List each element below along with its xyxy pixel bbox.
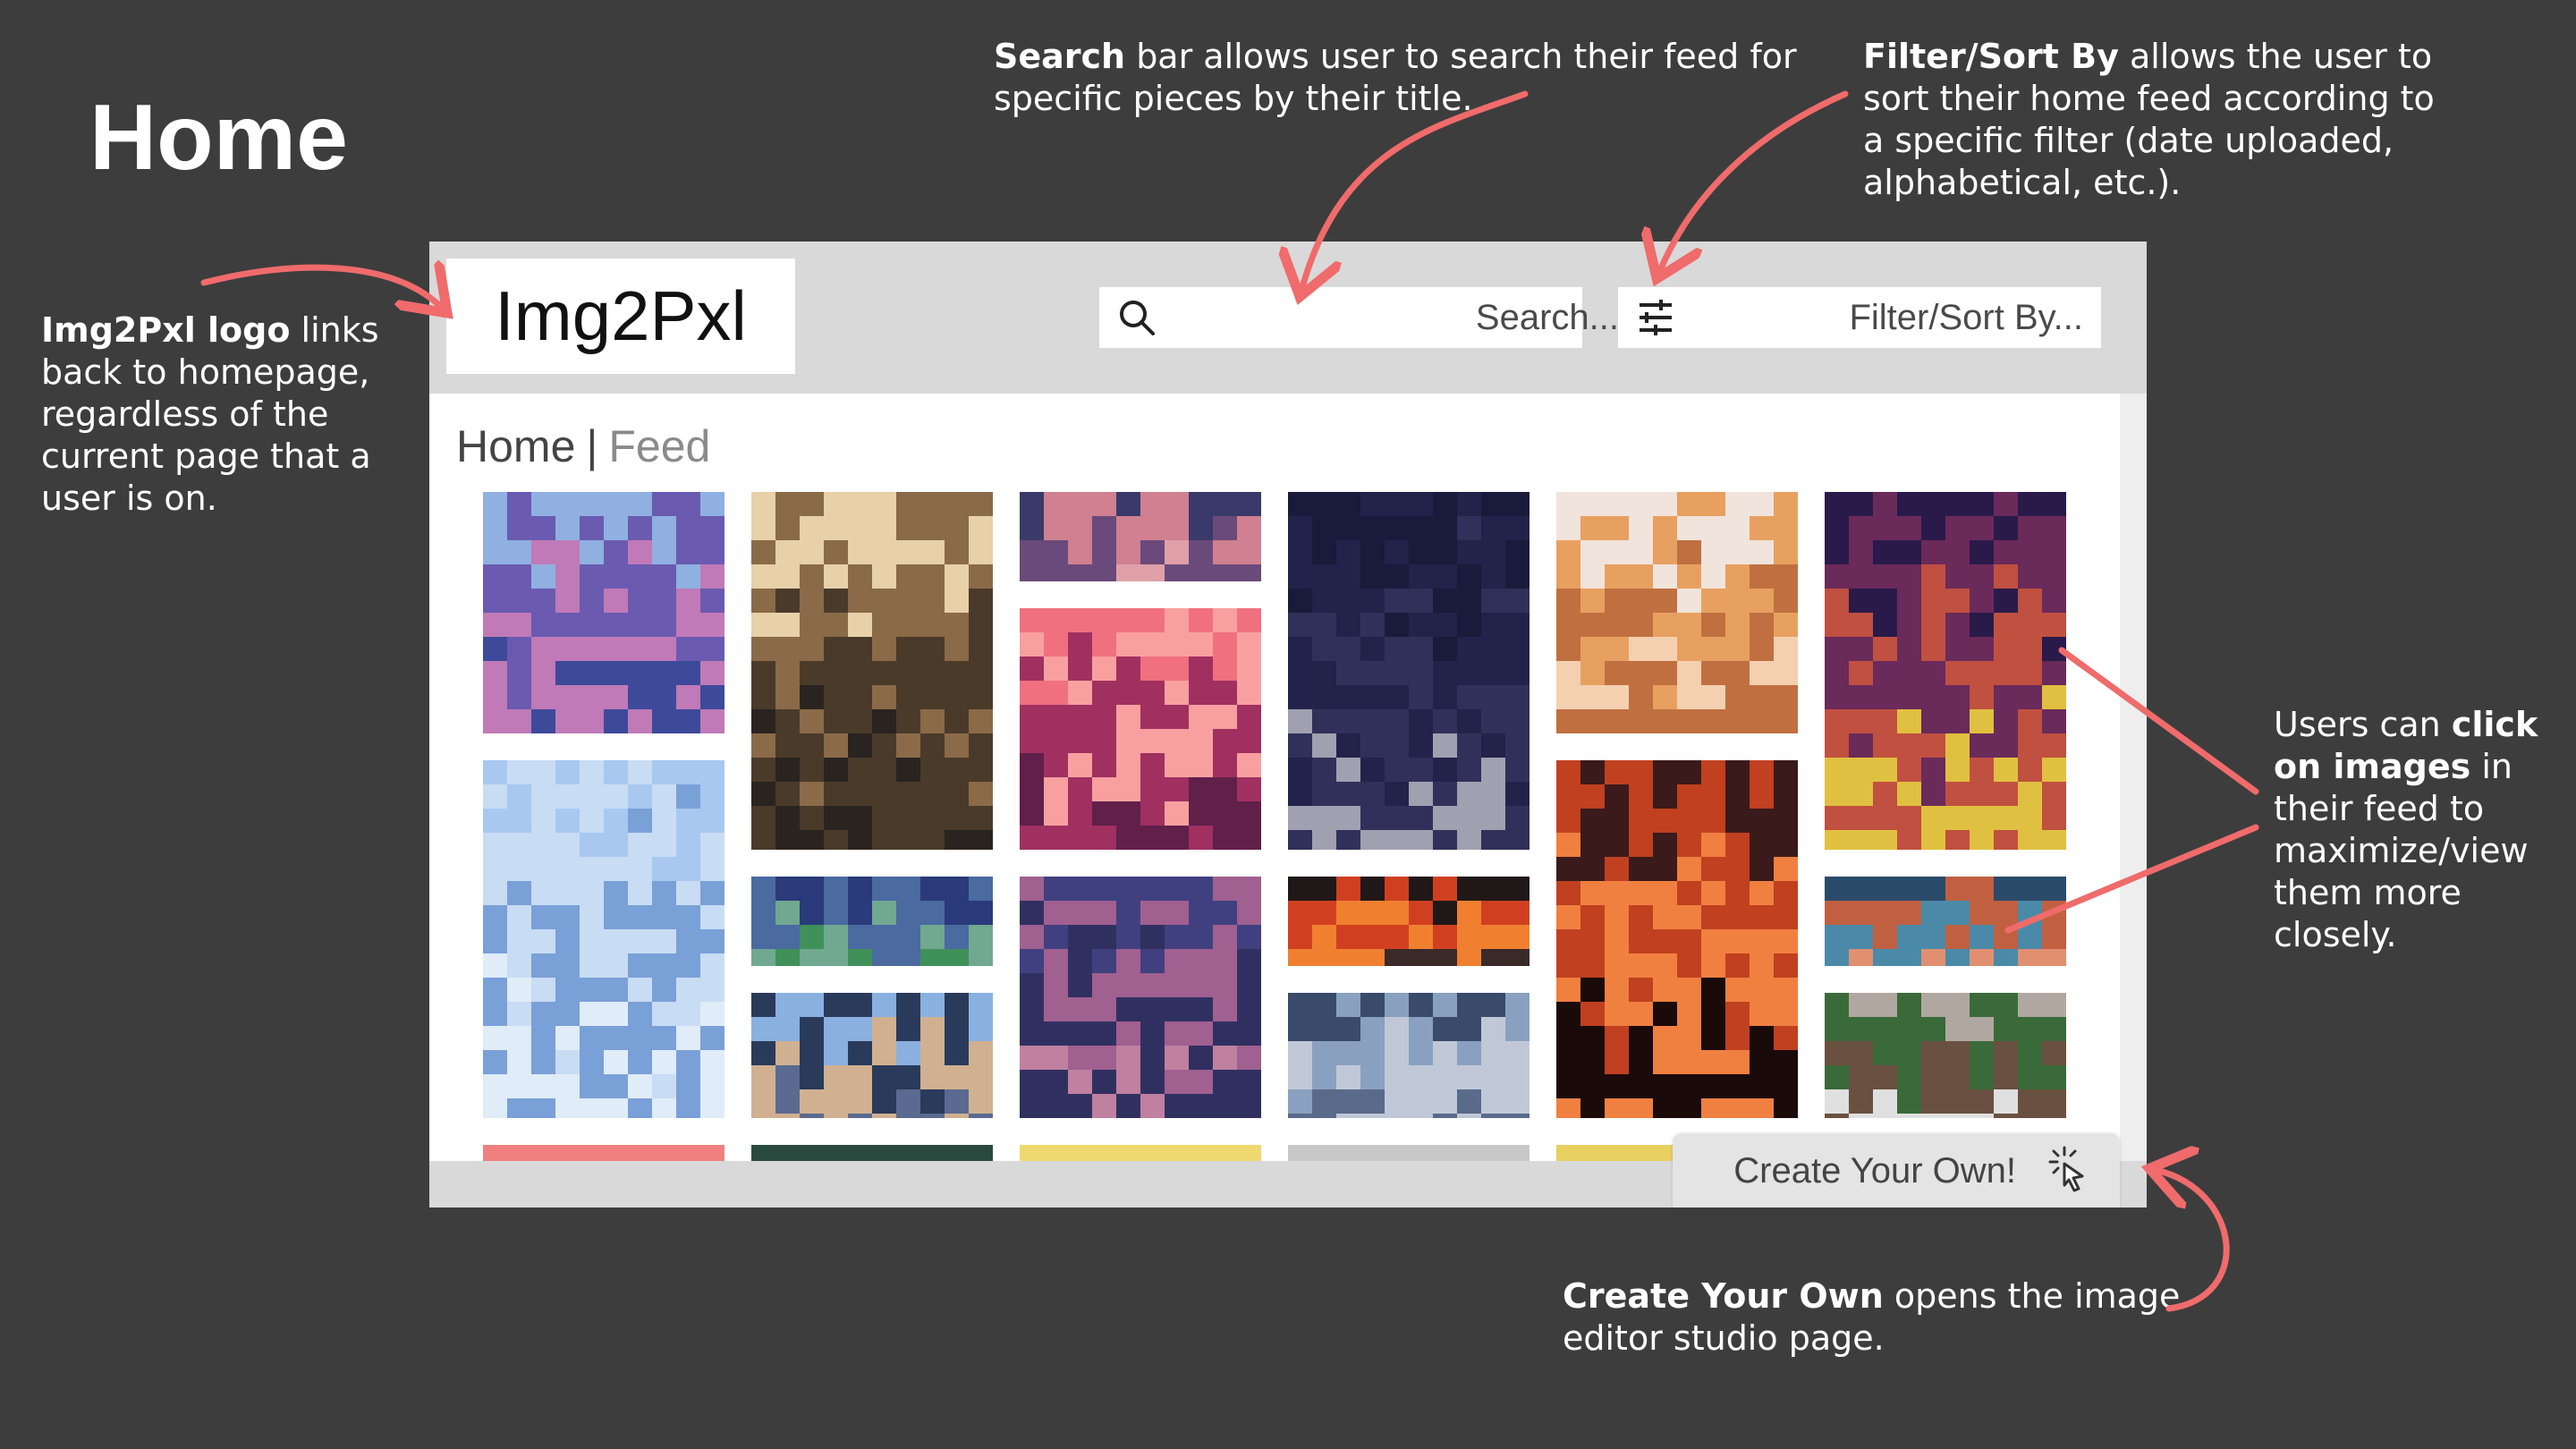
- annotation-search: Search bar allows user to search their f…: [994, 37, 1797, 118]
- feed-image-foggy-forest-pixel-art[interactable]: [751, 492, 993, 850]
- breadcrumb-separator: |: [586, 421, 598, 471]
- breadcrumb-current: Feed: [608, 421, 711, 471]
- logo[interactable]: Img2Pxl: [446, 258, 795, 374]
- feed-image-sunset-clouds-pixel-art[interactable]: [1020, 492, 1261, 581]
- feed-image-rocky-cliff-pixel-art[interactable]: [1288, 993, 1530, 1118]
- feed-image-pink-sunset-pixel-art[interactable]: [1020, 608, 1261, 850]
- click-cursor-icon: [2043, 1144, 2097, 1198]
- annotation-create: Create Your Own opens the image editor s…: [1563, 1276, 2181, 1358]
- page-title: Home: [89, 86, 348, 190]
- filter-sort-label: Filter/Sort By...: [1849, 297, 2083, 337]
- feed-image-volcano-pixel-art[interactable]: [1556, 760, 1798, 1118]
- feed-image-mallard-duck-pixel-art[interactable]: [1825, 993, 2066, 1118]
- create-your-own-label: Create Your Own!: [1733, 1150, 2016, 1191]
- feed-image-night-moon-pixel-art[interactable]: [1288, 492, 1530, 850]
- header-bar: Img2Pxl Filter/Sor: [429, 242, 2147, 394]
- search-icon: [1117, 298, 1157, 337]
- breadcrumb: Home | Feed: [456, 420, 710, 472]
- feed-image-forest-lake-pixel-art[interactable]: [483, 492, 724, 733]
- annotation-logo: Img2Pxl logo links back to homepage, reg…: [41, 310, 379, 518]
- sliders-icon: [1636, 298, 1675, 337]
- breadcrumb-home[interactable]: Home: [456, 421, 575, 471]
- feed-image-haunted-house-pixel-art[interactable]: [1825, 492, 2066, 850]
- feed-image-orange-cat-pixel-art[interactable]: [1556, 492, 1798, 733]
- feed-image-starry-mountains-pixel-art[interactable]: [751, 877, 993, 966]
- app-window: Img2Pxl Filter/Sor: [429, 242, 2147, 1208]
- annotation-click-images: Users can click on images in their feed …: [2274, 705, 2538, 954]
- feed-image-red-tree-pixel-art[interactable]: [1288, 877, 1530, 966]
- feed-image-purple-skyline-pixel-art[interactable]: [1020, 877, 1261, 1118]
- feed-image-misty-mountains-pixel-art[interactable]: [483, 760, 724, 1118]
- filter-sort-button[interactable]: Filter/Sort By...: [1618, 287, 2101, 348]
- search-bar[interactable]: [1099, 287, 1621, 348]
- create-your-own-button[interactable]: Create Your Own!: [1673, 1134, 2120, 1208]
- feed-image-snowy-peak-pixel-art[interactable]: [751, 993, 993, 1118]
- feed-image-planet-orb-pixel-art[interactable]: [1825, 877, 2066, 966]
- scrollbar[interactable]: [2120, 394, 2147, 1181]
- annotation-filter: Filter/Sort By allows the user to sort t…: [1863, 37, 2435, 202]
- search-input[interactable]: [1157, 290, 1621, 345]
